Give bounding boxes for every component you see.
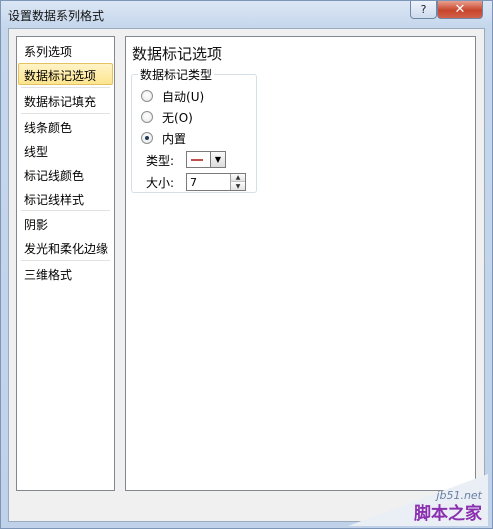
watermark-text: 脚本之家 [414,504,482,524]
radio-label-none: 无(O) [162,110,193,125]
sidebar-divider [21,87,110,88]
options-panel: 数据标记选项 数据标记类型 自动(U) 无(O) 内置 类型: ▼ 大小: 7 … [125,36,476,491]
size-input[interactable] [187,174,232,190]
radio-built-in[interactable]: 内置 [141,130,186,146]
help-button[interactable]: ? [410,1,437,19]
sidebar-item-marker-line-style[interactable]: 标记线样式 [18,187,113,209]
dialog-client-area: 系列选项 数据标记选项 数据标记填充 线条颜色 线型 标记线颜色 标记线样式 阴… [8,28,485,522]
marker-type-group: 数据标记类型 自动(U) 无(O) 内置 类型: ▼ 大小: 7 ▲ ▼ [131,66,257,193]
radio-label-automatic: 自动(U) [162,89,205,104]
page-title: 数据标记选项 [132,45,223,63]
sidebar-divider [21,210,110,211]
size-label: 大小: [146,176,175,190]
radio-label-built-in: 内置 [162,131,187,146]
chevron-down-icon[interactable]: ▼ [210,152,225,167]
sidebar-item-marker-fill[interactable]: 数据标记填充 [18,89,113,111]
close-icon: ✕ [454,2,466,17]
sidebar-item-shadow[interactable]: 阴影 [18,212,113,234]
sidebar-item-marker-line-color[interactable]: 标记线颜色 [18,163,113,185]
sidebar-divider [21,260,110,261]
close-button[interactable]: ✕ [437,1,483,19]
title-bar[interactable]: 设置数据系列格式 ? ✕ [1,1,492,27]
sidebar-item-line-color[interactable]: 线条颜色 [18,115,113,137]
radio-automatic[interactable]: 自动(U) [141,88,204,104]
type-label: 类型: [146,154,175,168]
sidebar-divider [21,113,110,114]
marker-size-stepper[interactable]: ▲ ▼ [186,173,246,191]
spin-up-icon[interactable]: ▲ [230,174,245,182]
format-data-series-dialog: 设置数据系列格式 ? ✕ 系列选项 数据标记选项 数据标记填充 线条颜色 线型 … [0,0,493,529]
watermark: jb51.net 脚本之家 [348,474,488,526]
radio-none[interactable]: 无(O) [141,109,193,125]
radio-button-none[interactable] [141,111,153,123]
group-legend: 数据标记类型 [138,66,215,83]
window-title: 设置数据系列格式 [8,9,105,23]
radio-button-automatic[interactable] [141,90,153,102]
category-list: 系列选项 数据标记选项 数据标记填充 线条颜色 线型 标记线颜色 标记线样式 阴… [16,36,115,491]
sidebar-item-3d-format[interactable]: 三维格式 [18,262,113,284]
help-icon: ? [420,3,427,16]
sidebar-item-marker-options[interactable]: 数据标记选项 [18,63,113,85]
sidebar-item-series-options[interactable]: 系列选项 [18,39,113,61]
sidebar-item-line-style[interactable]: 线型 [18,139,113,161]
dash-marker-icon [191,159,203,161]
radio-button-built-in[interactable] [141,132,153,144]
sidebar-item-glow-soft-edges[interactable]: 发光和柔化边缘 [18,236,113,258]
spin-down-icon[interactable]: ▼ [230,182,245,190]
marker-type-dropdown[interactable]: ▼ [186,151,226,168]
